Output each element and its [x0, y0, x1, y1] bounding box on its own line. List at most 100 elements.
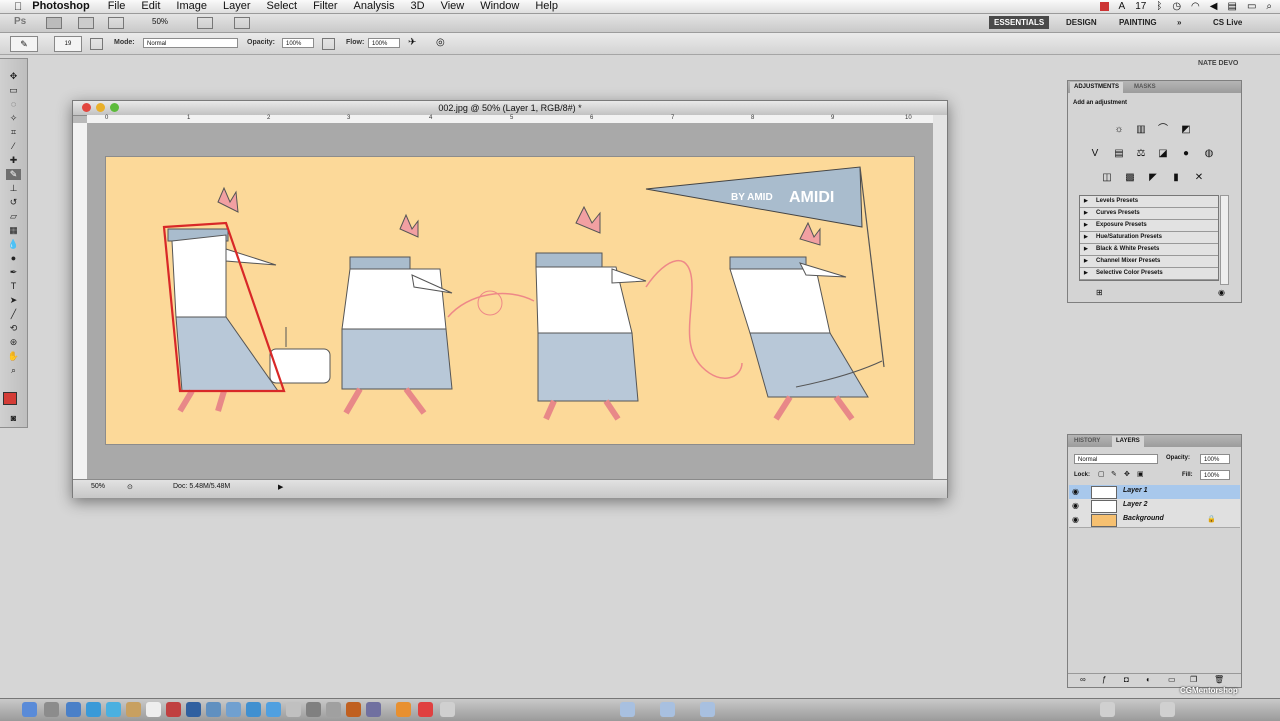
- color-balance-icon[interactable]: ⚖: [1134, 148, 1148, 160]
- zoom-level-dropdown[interactable]: 50%: [152, 17, 168, 26]
- tab-adjustments[interactable]: ADJUSTMENTS: [1070, 82, 1124, 93]
- quick-mask-icon[interactable]: ◙: [6, 413, 21, 424]
- workspace-design[interactable]: DESIGN: [1061, 16, 1102, 29]
- layer-row-background[interactable]: ◉ Background 🔒: [1069, 513, 1240, 528]
- layer-mask-icon[interactable]: ◘: [1124, 675, 1129, 684]
- photo-filter-icon[interactable]: ●: [1179, 148, 1193, 160]
- app-icon-10[interactable]: [440, 702, 455, 717]
- menu-layer[interactable]: Layer: [223, 0, 251, 13]
- history-brush-tool-icon[interactable]: ↺: [6, 197, 21, 208]
- new-layer-icon[interactable]: ❐: [1190, 675, 1197, 684]
- curves-icon[interactable]: ⌒: [1156, 124, 1170, 136]
- app-icon-9[interactable]: [418, 702, 433, 717]
- eraser-tool-icon[interactable]: ▱: [6, 211, 21, 222]
- vertical-ruler[interactable]: [73, 123, 88, 479]
- status-icon[interactable]: ⊙: [127, 483, 133, 491]
- pen-tool-icon[interactable]: ✒: [6, 267, 21, 278]
- bluetooth-icon[interactable]: ᛒ: [1156, 1, 1162, 12]
- preset-selective-color[interactable]: Selective Color Presets: [1080, 268, 1218, 280]
- artwork-canvas[interactable]: BY AMID AMIDI: [106, 157, 914, 444]
- visibility-eye-icon[interactable]: ◉: [1072, 501, 1079, 510]
- clock-text[interactable]: 17: [1135, 1, 1146, 12]
- flow-field[interactable]: 100%: [368, 38, 400, 48]
- panel-expand-icon[interactable]: ◉: [1218, 288, 1225, 297]
- folder-icon[interactable]: [660, 702, 675, 717]
- presets-scrollbar[interactable]: [1220, 195, 1229, 285]
- menu-image[interactable]: Image: [176, 0, 207, 13]
- healing-tool-icon[interactable]: ✚: [6, 155, 21, 166]
- channel-mixer-icon[interactable]: ◍: [1202, 148, 1216, 160]
- preset-hue-saturation[interactable]: Hue/Saturation Presets: [1080, 232, 1218, 244]
- vertical-scrollbar[interactable]: [933, 115, 947, 479]
- document-stack-icon[interactable]: [1100, 702, 1115, 717]
- folder-icon[interactable]: [620, 702, 635, 717]
- posterize-icon[interactable]: ▩: [1123, 172, 1137, 184]
- vibrance-icon[interactable]: V: [1088, 148, 1102, 160]
- preview-icon[interactable]: [166, 702, 181, 717]
- skype-icon[interactable]: [266, 702, 281, 717]
- marquee-tool-icon[interactable]: ▭: [6, 85, 21, 96]
- black-white-icon[interactable]: ◪: [1156, 148, 1170, 160]
- 3d-rotate-tool-icon[interactable]: ⟲: [6, 323, 21, 334]
- tablet-opacity-icon[interactable]: [322, 38, 335, 50]
- bridge-dock-icon[interactable]: [206, 702, 221, 717]
- delete-layer-icon[interactable]: 🗑: [1214, 675, 1224, 684]
- safari-icon[interactable]: [86, 702, 101, 717]
- mode-dropdown[interactable]: Normal: [143, 38, 238, 48]
- ical-icon[interactable]: [146, 702, 161, 717]
- status-menu-arrow-icon[interactable]: ▶: [278, 483, 283, 491]
- trash-icon[interactable]: [1160, 702, 1175, 717]
- lasso-tool-icon[interactable]: ◌: [6, 99, 21, 110]
- quick-select-tool-icon[interactable]: ✧: [6, 113, 21, 124]
- type-tool-icon[interactable]: T: [6, 281, 21, 292]
- app-icon-4[interactable]: [306, 702, 321, 717]
- threshold-icon[interactable]: ◤: [1146, 172, 1160, 184]
- app-icon-6[interactable]: [346, 702, 361, 717]
- opacity-field[interactable]: 100%: [282, 38, 314, 48]
- mail-icon[interactable]: [66, 702, 81, 717]
- menu-help[interactable]: Help: [535, 0, 558, 13]
- flag-icon[interactable]: ▤: [1227, 1, 1236, 12]
- photoshop-icon[interactable]: [186, 702, 201, 717]
- layer-row-layer-1[interactable]: ◉ Layer 1: [1069, 485, 1240, 500]
- menu-3d[interactable]: 3D: [411, 0, 425, 13]
- app-menu[interactable]: Photoshop: [32, 0, 89, 13]
- brush-tool-icon[interactable]: ✎: [6, 169, 21, 180]
- volume-icon[interactable]: ◀: [1210, 1, 1218, 12]
- lock-position-icon[interactable]: ✥: [1124, 470, 1130, 478]
- battery-icon[interactable]: ▭: [1247, 1, 1256, 12]
- menu-analysis[interactable]: Analysis: [354, 0, 395, 13]
- menu-view[interactable]: View: [441, 0, 465, 13]
- menu-filter[interactable]: Filter: [313, 0, 337, 13]
- lock-transparent-icon[interactable]: ▢: [1098, 470, 1105, 478]
- lock-all-icon[interactable]: ▣: [1137, 470, 1144, 478]
- brush-size-picker[interactable]: 19: [54, 36, 82, 52]
- gradient-tool-icon[interactable]: ▦: [6, 225, 21, 236]
- address-book-icon[interactable]: [126, 702, 141, 717]
- arrange-documents-icon[interactable]: [197, 17, 213, 29]
- panel-options-icon[interactable]: ⊞: [1096, 288, 1103, 297]
- adobe-icon[interactable]: A: [1119, 1, 1126, 12]
- app-icon-7[interactable]: [366, 702, 381, 717]
- workspace-essentials[interactable]: ESSENTIALS: [989, 16, 1050, 29]
- layer-style-icon[interactable]: ƒ: [1102, 675, 1106, 684]
- finder-icon[interactable]: [22, 702, 37, 717]
- hand-tool-icon[interactable]: ✋: [6, 351, 21, 362]
- canvas-pasteboard[interactable]: BY AMID AMIDI: [87, 123, 933, 479]
- move-tool-icon[interactable]: ✥: [6, 71, 21, 82]
- foreground-color-swatch[interactable]: [3, 392, 17, 405]
- mini-bridge-icon[interactable]: [78, 17, 94, 29]
- invert-icon[interactable]: ◫: [1100, 172, 1114, 184]
- menu-select[interactable]: Select: [267, 0, 298, 13]
- tab-masks[interactable]: MASKS: [1130, 82, 1160, 93]
- blur-tool-icon[interactable]: 💧: [6, 239, 21, 250]
- tab-layers[interactable]: LAYERS: [1112, 436, 1144, 447]
- app-icon-3[interactable]: [286, 702, 301, 717]
- levels-icon[interactable]: ▥: [1134, 124, 1148, 136]
- gradient-map-icon[interactable]: ▮: [1169, 172, 1183, 184]
- new-group-icon[interactable]: ▭: [1168, 675, 1176, 684]
- tablet-size-icon[interactable]: ◎: [436, 37, 445, 48]
- path-select-tool-icon[interactable]: ➤: [6, 295, 21, 306]
- preset-levels[interactable]: Levels Presets: [1080, 196, 1218, 208]
- preset-channel-mixer[interactable]: Channel Mixer Presets: [1080, 256, 1218, 268]
